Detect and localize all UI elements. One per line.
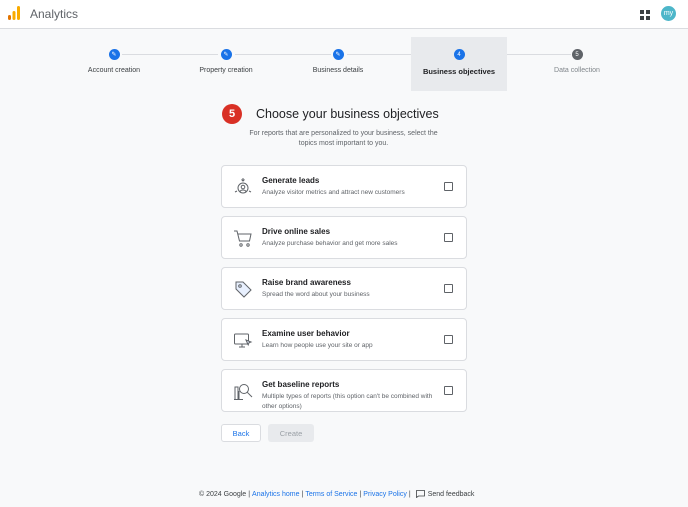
monitor-cursor-icon bbox=[234, 333, 253, 348]
analytics-logo-icon[interactable] bbox=[8, 6, 20, 20]
step-badge: 5 bbox=[222, 104, 242, 124]
feedback-icon[interactable] bbox=[415, 490, 425, 498]
option-generate-leads[interactable]: Generate leads Analyze visitor metrics a… bbox=[221, 165, 467, 208]
step-data-collection: 5 Data collection bbox=[529, 37, 625, 91]
edit-pencil-icon: ✎ bbox=[332, 49, 344, 60]
edit-pencil-icon: ✎ bbox=[220, 49, 232, 60]
option-description: Learn how people use your site or app bbox=[262, 342, 373, 349]
step-property-creation[interactable]: ✎ Property creation bbox=[178, 37, 274, 91]
option-description: Multiple types of reports (this option c… bbox=[262, 393, 433, 410]
option-drive-online-sales[interactable]: Drive online sales Analyze purchase beha… bbox=[221, 216, 467, 259]
shopping-cart-icon bbox=[234, 230, 252, 247]
step-business-objectives[interactable]: 4 Business objectives bbox=[411, 37, 507, 91]
option-title: Generate leads bbox=[262, 176, 320, 185]
step-number: 5 bbox=[571, 49, 583, 60]
page-subtitle: For reports that are personalized to you… bbox=[249, 130, 438, 147]
back-button[interactable]: Back bbox=[221, 424, 261, 442]
option-raise-brand-awareness[interactable]: Raise brand awareness Spread the word ab… bbox=[221, 267, 467, 310]
option-examine-user-behavior[interactable]: Examine user behavior Learn how people u… bbox=[221, 318, 467, 361]
checkbox[interactable] bbox=[444, 233, 453, 242]
app-title[interactable]: Analytics bbox=[30, 7, 78, 21]
step-label: Data collection bbox=[554, 67, 600, 74]
edit-pencil-icon: ✎ bbox=[108, 49, 120, 60]
step-label: Property creation bbox=[199, 67, 253, 74]
step-business-details[interactable]: ✎ Business details bbox=[290, 37, 386, 91]
section-header: 5 Choose your business objectives bbox=[222, 104, 439, 124]
magnify-report-icon bbox=[234, 384, 253, 400]
progress-stepper: ✎ Account creation ✎ Property creation ✎… bbox=[0, 37, 688, 91]
step-label: Business details bbox=[312, 67, 364, 74]
option-title: Drive online sales bbox=[262, 227, 331, 236]
step-label: Account creation bbox=[87, 67, 141, 74]
create-button[interactable]: Create bbox=[268, 424, 314, 442]
avatar[interactable]: my bbox=[661, 6, 676, 21]
send-feedback-link[interactable]: Send feedback bbox=[428, 491, 475, 498]
copyright-text: © 2024 Google bbox=[199, 490, 247, 498]
page-title: Choose your business objectives bbox=[256, 107, 439, 121]
checkbox[interactable] bbox=[444, 182, 453, 191]
option-description: Analyze purchase behavior and get more s… bbox=[262, 240, 398, 247]
analytics-home-link[interactable]: Analytics home bbox=[252, 491, 299, 498]
checkbox[interactable] bbox=[444, 335, 453, 344]
checkbox[interactable] bbox=[444, 386, 453, 395]
top-bar: Analytics my bbox=[0, 0, 688, 29]
checkbox[interactable] bbox=[444, 284, 453, 293]
option-description: Spread the word about your business bbox=[262, 291, 370, 298]
option-title: Raise brand awareness bbox=[262, 278, 351, 287]
option-description: Analyze visitor metrics and attract new … bbox=[262, 189, 405, 196]
target-person-icon bbox=[234, 178, 252, 194]
tag-icon bbox=[235, 281, 252, 298]
step-account-creation[interactable]: ✎ Account creation bbox=[66, 37, 162, 91]
step-label: Business objectives bbox=[422, 67, 496, 76]
step-number: 4 bbox=[453, 49, 465, 60]
footer: © 2024 Google | Analytics home | Terms o… bbox=[199, 490, 475, 498]
option-get-baseline-reports[interactable]: Get baseline reports Multiple types of r… bbox=[221, 369, 467, 412]
option-title: Get baseline reports bbox=[262, 380, 340, 389]
apps-grid-icon[interactable] bbox=[640, 10, 650, 20]
privacy-link[interactable]: Privacy Policy bbox=[363, 491, 407, 498]
terms-link[interactable]: Terms of Service bbox=[305, 491, 357, 498]
option-title: Examine user behavior bbox=[262, 329, 350, 338]
